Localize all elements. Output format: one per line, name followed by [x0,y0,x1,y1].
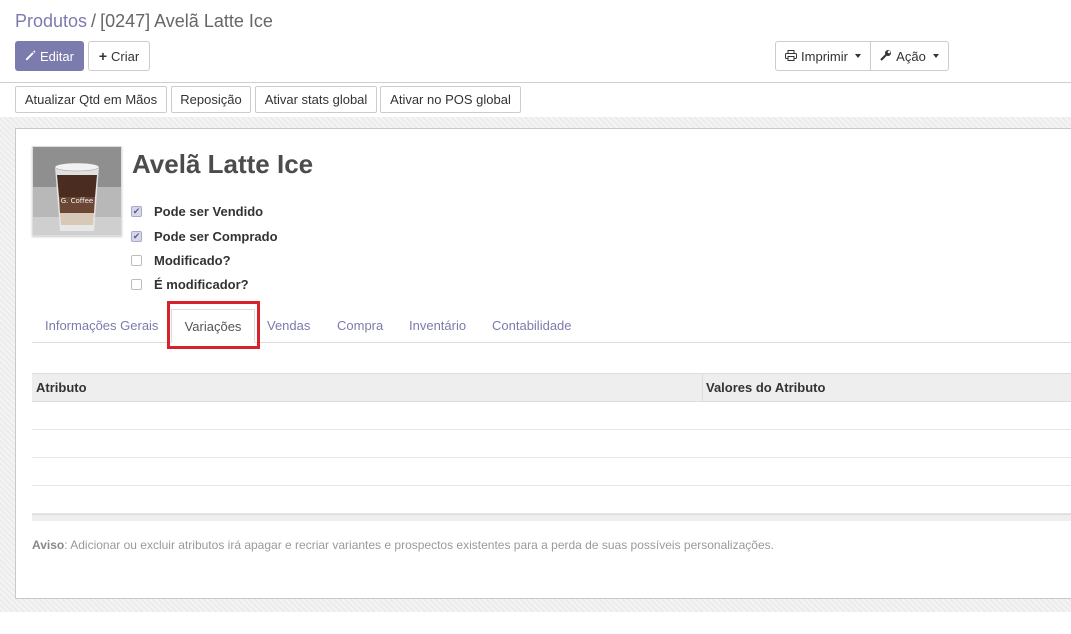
table-footer [32,514,1071,521]
table-row [32,458,1071,486]
table-row [32,486,1071,514]
print-dropdown-label: Imprimir [801,48,848,64]
column-header-attribute-values[interactable]: Valores do Atributo [706,374,825,401]
checkbox-can-be-purchased: ✔ Pode ser Comprado [131,227,278,245]
checkbox-is-modifier-box[interactable] [131,278,142,290]
checkbox-can-be-purchased-label: Pode ser Comprado [154,228,278,244]
activate-global-stats-button[interactable]: Ativar stats global [255,86,377,113]
control-panel-divider [0,82,1071,83]
table-row [32,430,1071,458]
caret-down-icon [932,54,939,58]
table-row[interactable] [32,402,1071,430]
breadcrumb: Produtos / [0247] Avelã Latte Ice [15,11,273,32]
form-sheet [15,128,1071,599]
checkbox-can-be-sold-box[interactable]: ✔ [131,205,142,217]
tab-purchase[interactable]: Compra [337,318,383,333]
plus-icon: + [98,48,107,64]
checkbox-is-modifier: É modificador? [131,275,249,293]
warning-message: : Adicionar ou excluir atributos irá apa… [64,538,774,552]
product-name: Avelã Latte Ice [132,149,314,179]
table-header: Atributo Valores do Atributo [32,373,1071,402]
product-image-logo-text: G. Coffee [61,197,93,205]
action-dropdown[interactable]: Ação [870,41,949,71]
pencil-icon [25,49,36,64]
create-button-label: Criar [111,48,140,64]
checkbox-is-modifier-label: É modificador? [154,276,249,292]
tab-general-info[interactable]: Informações Gerais [45,318,158,333]
edit-button[interactable]: Editar [15,41,84,71]
tab-sales[interactable]: Vendas [267,318,310,333]
warning-prefix: Aviso [32,538,65,552]
column-divider [702,374,703,401]
tab-inventory[interactable]: Inventário [409,318,466,333]
caret-down-icon [854,54,861,58]
checkbox-can-be-purchased-box[interactable]: ✔ [131,230,142,242]
activate-global-pos-button[interactable]: Ativar no POS global [380,86,521,113]
checkbox-can-be-sold: ✔ Pode ser Vendido [131,202,263,220]
checkbox-modified-box[interactable] [131,254,142,266]
checkbox-can-be-sold-label: Pode ser Vendido [154,203,264,219]
checkbox-modified: Modificado? [131,251,231,269]
tab-accounting[interactable]: Contabilidade [492,318,572,333]
product-image[interactable]: G. Coffee [32,146,122,236]
warning-text: Aviso: Adicionar ou excluir atributos ir… [32,538,774,552]
print-dropdown[interactable]: Imprimir [775,41,871,71]
highlight-annotation [167,301,260,349]
wrench-icon [880,49,892,64]
replenish-button[interactable]: Reposição [171,86,251,113]
checkbox-modified-label: Modificado? [154,252,231,268]
create-button[interactable]: + Criar [88,41,150,71]
column-header-attribute[interactable]: Atributo [36,374,87,401]
breadcrumb-separator: / [91,11,97,31]
edit-button-label: Editar [40,48,74,64]
action-dropdown-label: Ação [896,48,926,64]
breadcrumb-parent-link[interactable]: Produtos [15,11,87,31]
update-qty-button[interactable]: Atualizar Qtd em Mãos [15,86,167,113]
printer-icon [785,49,798,64]
breadcrumb-current: [0247] Avelã Latte Ice [100,11,273,31]
attributes-table: Atributo Valores do Atributo [32,373,1071,521]
